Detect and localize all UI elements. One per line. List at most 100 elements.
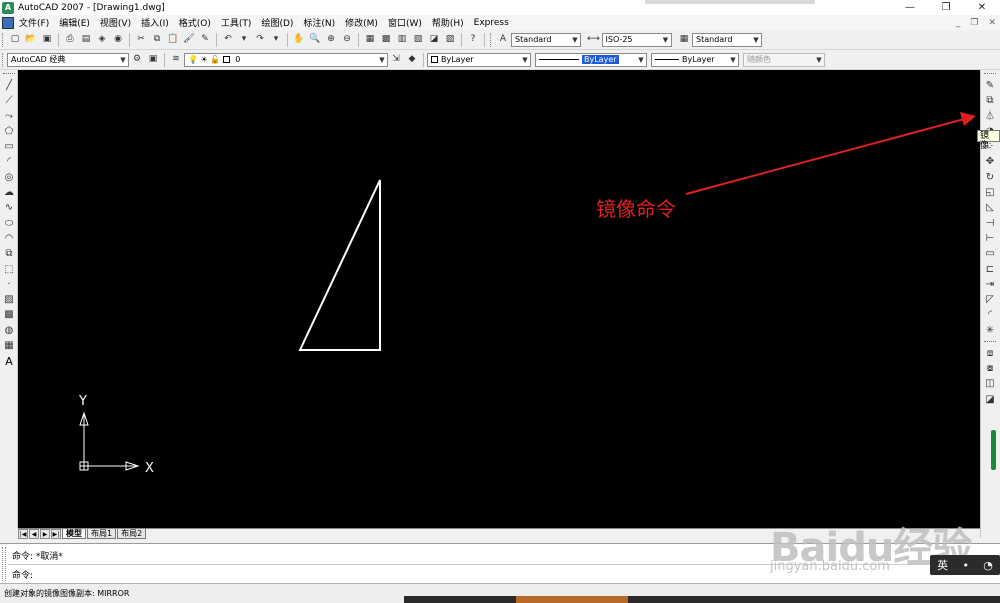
tab-layout1[interactable]: 布局1 xyxy=(87,529,117,539)
doc-restore-button[interactable]: ❐ xyxy=(970,18,978,28)
design-center-icon[interactable]: ▩ xyxy=(380,33,393,46)
menu-express[interactable]: Express xyxy=(469,18,514,28)
bring-to-front-icon[interactable]: ⧈ xyxy=(983,347,997,361)
menu-draw[interactable]: 绘图(D) xyxy=(256,16,298,29)
prev-tab-button[interactable]: ◀ xyxy=(29,529,39,539)
dim-style-select[interactable]: ISO-25 ▼ xyxy=(601,32,672,47)
text-style-icon[interactable]: A xyxy=(497,33,510,46)
tab-layout2[interactable]: 布局2 xyxy=(117,529,147,539)
match-properties-icon[interactable]: 🖌 xyxy=(183,33,196,46)
make-block-icon[interactable]: ⬚ xyxy=(2,263,16,277)
gradient-icon[interactable]: ▩ xyxy=(2,308,16,322)
undo-icon[interactable]: ↶ xyxy=(222,33,235,46)
help-icon[interactable]: ? xyxy=(467,33,480,46)
open-icon[interactable]: 📂 xyxy=(25,33,38,46)
make-current-layer-icon[interactable]: ⇲ xyxy=(390,53,403,66)
bring-above-icon[interactable]: ◫ xyxy=(983,377,997,391)
sheet-set-icon[interactable]: ▧ xyxy=(412,33,425,46)
menu-dimension[interactable]: 标注(N) xyxy=(298,16,340,29)
zoom-window-icon[interactable]: ⊕ xyxy=(325,33,338,46)
scale-icon[interactable]: ◱ xyxy=(983,186,997,200)
menu-help[interactable]: 帮助(H) xyxy=(427,16,469,29)
save-icon[interactable]: ▣ xyxy=(41,33,54,46)
ime-indicator[interactable]: 英 • ◔ xyxy=(930,555,1000,575)
scroll-indicator[interactable] xyxy=(991,430,996,470)
workspace-save-icon[interactable]: ▣ xyxy=(147,53,160,66)
layer-manager-icon[interactable]: ≋ xyxy=(170,53,183,66)
spline-icon[interactable]: ∿ xyxy=(2,201,16,215)
layer-previous-icon[interactable]: ◆ xyxy=(406,53,419,66)
plot-icon[interactable]: ⎙ xyxy=(64,33,77,46)
menu-window[interactable]: 窗口(W) xyxy=(383,16,427,29)
copy-object-icon[interactable]: ⧉ xyxy=(983,94,997,108)
publish-icon[interactable]: ◈ xyxy=(96,33,109,46)
break-at-point-icon[interactable]: ▭ xyxy=(983,247,997,261)
zoom-realtime-icon[interactable]: 🔍 xyxy=(309,33,322,46)
send-under-icon[interactable]: ◪ xyxy=(983,393,997,407)
toolbar-grip[interactable] xyxy=(2,32,5,47)
menu-modify[interactable]: 修改(M) xyxy=(340,16,383,29)
fillet-icon[interactable]: ◜ xyxy=(983,308,997,322)
mirror-icon[interactable]: ⏃ xyxy=(983,110,997,124)
point-icon[interactable]: · xyxy=(2,278,16,292)
toolbar-grip[interactable] xyxy=(984,340,996,344)
restore-button[interactable]: ❐ xyxy=(928,0,964,15)
ellipse-icon[interactable]: ⬭ xyxy=(2,217,16,231)
document-icon[interactable] xyxy=(2,16,14,29)
drawing-area[interactable]: Y X xyxy=(18,70,980,528)
chamfer-icon[interactable]: ◸ xyxy=(983,293,997,307)
move-icon[interactable]: ✥ xyxy=(983,155,997,169)
revision-cloud-icon[interactable]: ☁ xyxy=(2,186,16,200)
polygon-icon[interactable]: ⬠ xyxy=(2,125,16,139)
cut-icon[interactable]: ✂ xyxy=(135,33,148,46)
lineweight-select[interactable]: ByLayer ▼ xyxy=(651,52,739,67)
last-tab-button[interactable]: ▶| xyxy=(51,529,61,539)
hatch-icon[interactable]: ▨ xyxy=(2,293,16,307)
multiline-text-icon[interactable]: A xyxy=(2,354,16,368)
block-editor-icon[interactable]: ✎ xyxy=(199,33,212,46)
layer-select[interactable]: 💡 ☀ 🔓 0 ▼ xyxy=(184,52,388,67)
copy-icon[interactable]: ⧉ xyxy=(151,33,164,46)
arc-icon[interactable]: ◜ xyxy=(2,155,16,169)
stretch-icon[interactable]: ◺ xyxy=(983,201,997,215)
break-icon[interactable]: ⊏ xyxy=(983,263,997,277)
table-icon[interactable]: ▦ xyxy=(2,339,16,353)
close-button[interactable]: ✕ xyxy=(964,0,1000,15)
extend-icon[interactable]: ⊢ xyxy=(983,232,997,246)
insert-block-icon[interactable]: ⧉ xyxy=(2,247,16,261)
circle-icon[interactable]: ◎ xyxy=(2,171,16,185)
redo-dropdown-icon[interactable]: ▾ xyxy=(270,33,283,46)
menu-format[interactable]: 格式(O) xyxy=(174,16,216,29)
menu-insert[interactable]: 插入(I) xyxy=(136,16,174,29)
send-to-back-icon[interactable]: ⧇ xyxy=(983,362,997,376)
doc-minimize-button[interactable]: _ xyxy=(956,18,961,28)
command-window-grip[interactable] xyxy=(2,547,6,581)
triangle-shape[interactable] xyxy=(298,179,381,351)
zoom-previous-icon[interactable]: ⊖ xyxy=(341,33,354,46)
next-tab-button[interactable]: ▶ xyxy=(40,529,50,539)
table-style-icon[interactable]: ▦ xyxy=(678,33,691,46)
redo-icon[interactable]: ↷ xyxy=(254,33,267,46)
workspace-settings-icon[interactable]: ⚙ xyxy=(131,53,144,66)
dim-style-icon[interactable]: ⟷ xyxy=(587,33,600,46)
command-prompt-input[interactable]: 命令: xyxy=(12,568,33,581)
plot-preview-icon[interactable]: ▤ xyxy=(80,33,93,46)
menu-edit[interactable]: 编辑(E) xyxy=(54,16,95,29)
autocad-app-icon[interactable]: A xyxy=(2,1,14,14)
tab-model[interactable]: 模型 xyxy=(62,529,86,539)
markup-icon[interactable]: ◪ xyxy=(428,33,441,46)
erase-icon[interactable]: ✎ xyxy=(983,79,997,93)
workspace-select[interactable]: AutoCAD 经典 ▼ xyxy=(7,52,129,67)
styles-toolbar-grip[interactable] xyxy=(490,32,493,47)
menu-view[interactable]: 视图(V) xyxy=(95,16,136,29)
tool-palettes-icon[interactable]: ▥ xyxy=(396,33,409,46)
toolbar-grip[interactable] xyxy=(984,73,996,76)
properties-icon[interactable]: ▦ xyxy=(364,33,377,46)
undo-dropdown-icon[interactable]: ▾ xyxy=(238,33,251,46)
first-tab-button[interactable]: |◀ xyxy=(18,529,28,539)
rectangle-icon[interactable]: ▭ xyxy=(2,140,16,154)
3d-dwf-icon[interactable]: ◉ xyxy=(112,33,125,46)
rotate-icon[interactable]: ↻ xyxy=(983,171,997,185)
menu-tools[interactable]: 工具(T) xyxy=(216,16,257,29)
construction-line-icon[interactable]: ⟋ xyxy=(2,94,16,108)
